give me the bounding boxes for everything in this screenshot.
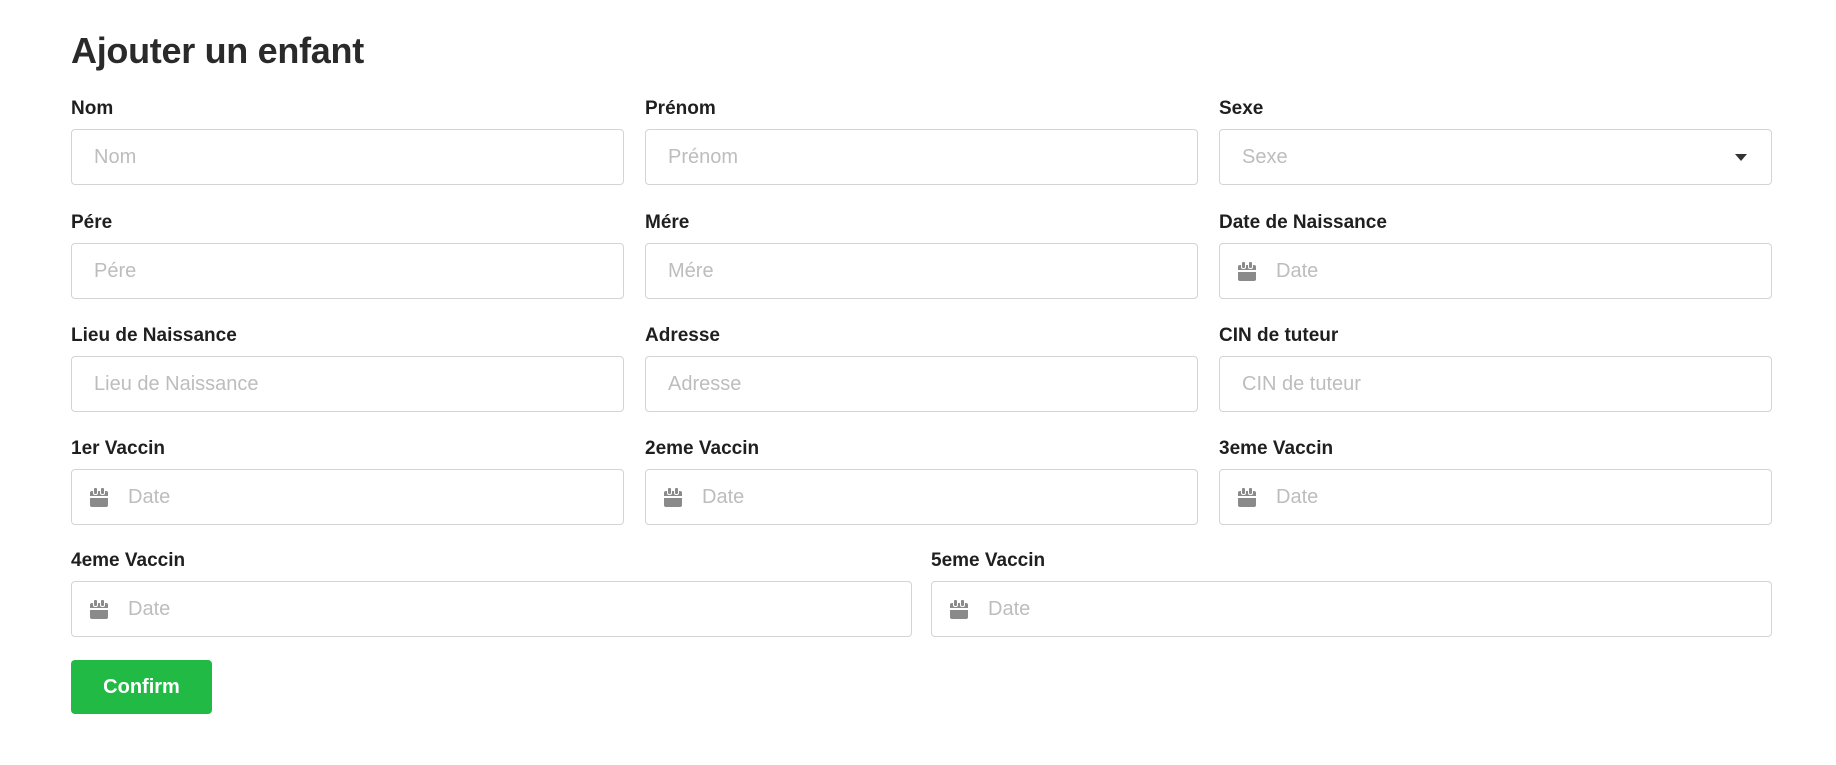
cin-tuteur-label: CIN de tuteur (1219, 325, 1339, 346)
vaccin-1-input-wrapper (71, 469, 624, 525)
calendar-icon (1238, 487, 1256, 507)
field-sexe: Sexe Sexe (1219, 97, 1772, 185)
lieu-naissance-input[interactable] (94, 372, 601, 396)
vaccin-1-date-input[interactable] (128, 485, 601, 509)
vaccin-5-date-input[interactable] (988, 597, 1749, 621)
date-naissance-label: Date de Naissance (1219, 212, 1387, 233)
field-lieu-naissance: Lieu de Naissance (71, 324, 624, 412)
field-nom: Nom (71, 97, 624, 185)
field-adresse: Adresse (645, 324, 1198, 412)
nom-input[interactable] (94, 145, 601, 169)
mere-label: Mére (645, 212, 690, 233)
vaccin-5-label: 5eme Vaccin (931, 550, 1046, 571)
mere-input[interactable] (668, 259, 1175, 283)
date-naissance-input[interactable] (1276, 259, 1749, 283)
lieu-naissance-label: Lieu de Naissance (71, 325, 237, 346)
vaccin-3-label: 3eme Vaccin (1219, 438, 1334, 459)
field-prenom: Prénom (645, 97, 1198, 185)
vaccin-4-label: 4eme Vaccin (71, 550, 186, 571)
field-vaccin-3: 3eme Vaccin (1219, 437, 1772, 525)
prenom-label: Prénom (645, 98, 716, 119)
calendar-icon (1238, 261, 1256, 281)
page-title: Ajouter un enfant (71, 30, 364, 71)
lieu-naissance-input-wrapper (71, 356, 624, 412)
pere-input-wrapper (71, 243, 624, 299)
sexe-dropdown[interactable]: Sexe (1219, 129, 1772, 185)
confirm-button[interactable]: Confirm (71, 660, 212, 714)
calendar-icon (664, 487, 682, 507)
field-mere: Mére (645, 211, 1198, 299)
calendar-icon (950, 599, 968, 619)
mere-input-wrapper (645, 243, 1198, 299)
nom-label: Nom (71, 98, 114, 119)
field-date-naissance: Date de Naissance (1219, 211, 1772, 299)
vaccin-4-input-wrapper (71, 581, 912, 637)
sexe-label: Sexe (1219, 98, 1264, 119)
field-vaccin-1: 1er Vaccin (71, 437, 624, 525)
calendar-icon (90, 487, 108, 507)
field-vaccin-4: 4eme Vaccin (71, 549, 912, 637)
calendar-icon (90, 599, 108, 619)
vaccin-2-label: 2eme Vaccin (645, 438, 760, 459)
vaccin-1-label: 1er Vaccin (71, 438, 166, 459)
cin-tuteur-input[interactable] (1242, 372, 1749, 396)
adresse-input[interactable] (668, 372, 1175, 396)
pere-label: Pére (71, 212, 113, 233)
vaccin-5-input-wrapper (931, 581, 1772, 637)
prenom-input-wrapper (645, 129, 1198, 185)
vaccin-2-input-wrapper (645, 469, 1198, 525)
cin-tuteur-input-wrapper (1219, 356, 1772, 412)
add-child-form: Ajouter un enfant Nom Prénom Sexe Sexe P… (0, 0, 1836, 765)
adresse-label: Adresse (645, 325, 720, 346)
adresse-input-wrapper (645, 356, 1198, 412)
pere-input[interactable] (94, 259, 601, 283)
vaccin-4-date-input[interactable] (128, 597, 889, 621)
sexe-placeholder: Sexe (1242, 145, 1288, 168)
field-vaccin-5: 5eme Vaccin (931, 549, 1772, 637)
nom-input-wrapper (71, 129, 624, 185)
vaccin-2-date-input[interactable] (702, 485, 1175, 509)
prenom-input[interactable] (668, 145, 1175, 169)
field-pere: Pére (71, 211, 624, 299)
field-vaccin-2: 2eme Vaccin (645, 437, 1198, 525)
date-naissance-input-wrapper (1219, 243, 1772, 299)
vaccin-3-date-input[interactable] (1276, 485, 1749, 509)
caret-down-icon (1735, 153, 1747, 161)
field-cin-tuteur: CIN de tuteur (1219, 324, 1772, 412)
vaccin-3-input-wrapper (1219, 469, 1772, 525)
